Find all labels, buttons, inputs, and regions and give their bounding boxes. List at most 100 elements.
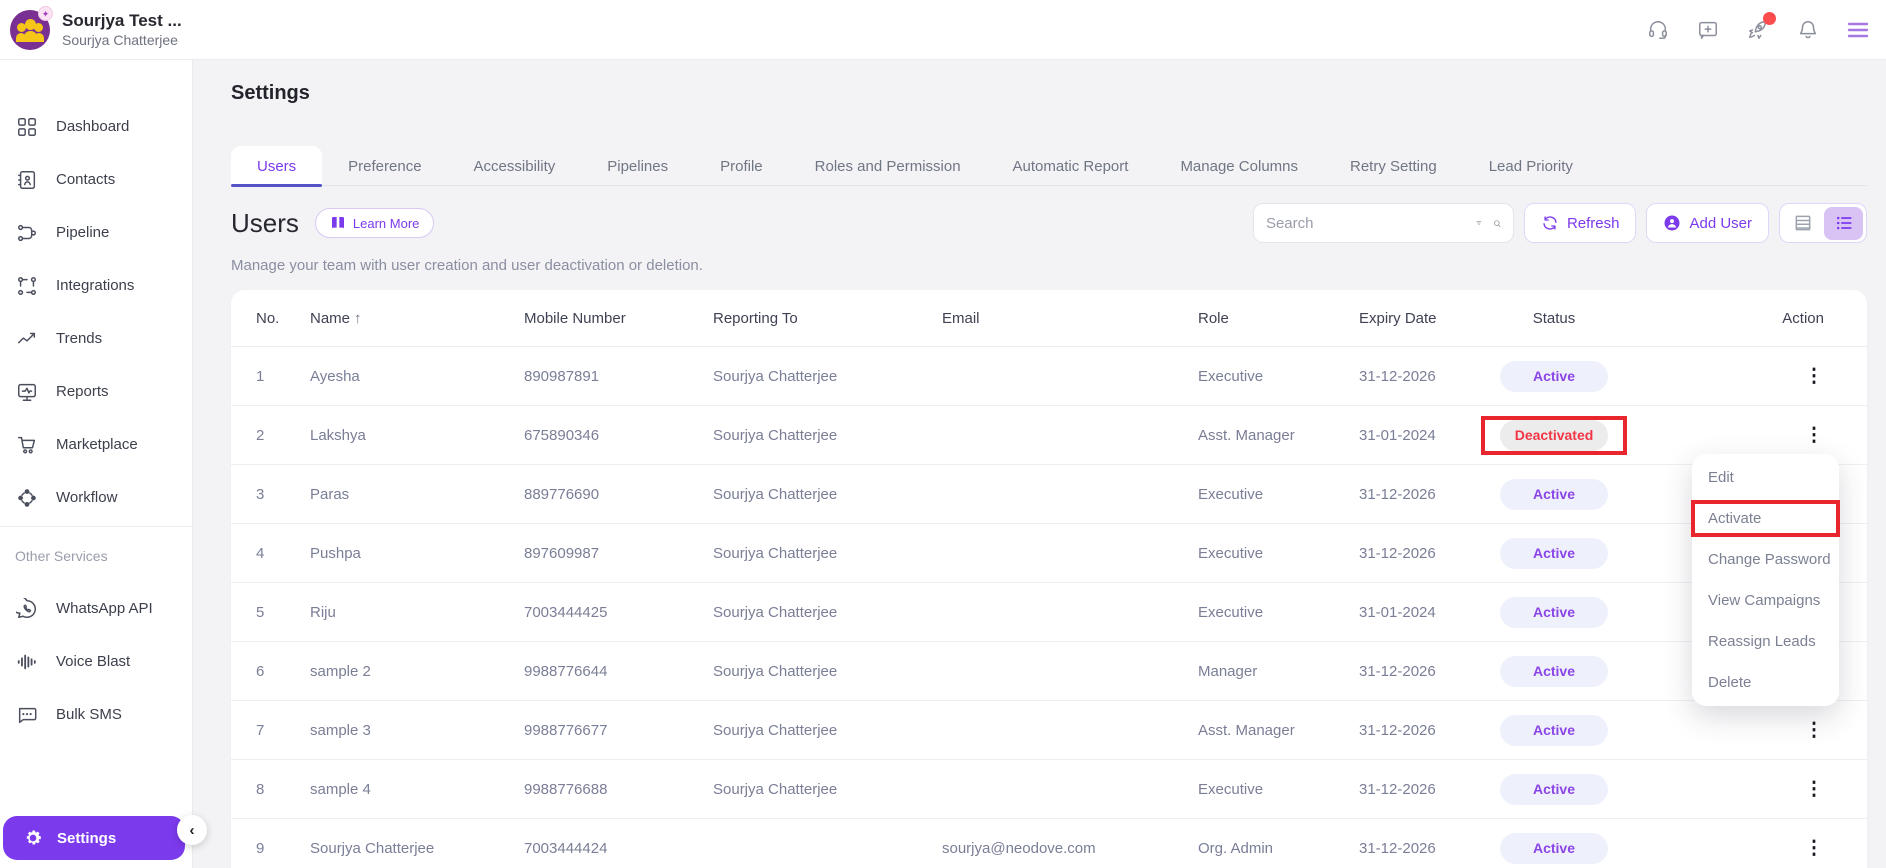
cell-role: Executive [1198,780,1264,798]
row-actions-button[interactable]: ⋮ [1804,367,1824,386]
pipeline-icon [15,221,39,245]
cell-mobile: 889776690 [524,485,600,503]
col-email: Email [942,309,980,327]
status-badge: Active [1500,714,1608,746]
sidebar-item-integrations[interactable]: Integrations [0,259,192,312]
cell-role: Org. Admin [1198,839,1274,857]
refresh-button[interactable]: Refresh [1523,203,1637,243]
cell-reporting-to: Sourjya Chatterjee [713,367,838,385]
sidebar-item-label: Contacts [56,171,116,188]
tab[interactable]: Users [231,146,323,187]
table-row[interactable]: 3 Paras 889776690 Sourjya Chatterjee Exe… [231,465,1867,524]
cell-expiry: 31-01-2024 [1359,603,1436,621]
feedback-icon[interactable] [1696,18,1720,42]
tab[interactable]: Accessibility [448,146,582,186]
status-badge: Active [1500,773,1608,805]
menu-icon[interactable] [1846,18,1870,42]
learn-more-button[interactable]: Learn More [314,208,435,238]
section-title: Users [231,207,299,238]
tab[interactable]: Profile [694,146,789,186]
sidebar-item-label: Reports [56,383,109,400]
support-headset-icon[interactable] [1646,18,1670,42]
cell-no: 5 [256,603,265,621]
table-view-button[interactable] [1783,207,1822,240]
row-actions-button[interactable]: ⋮ [1804,839,1824,858]
workspace-logo: ✦ [10,5,53,50]
sidebar-item-label: Workflow [56,489,118,506]
cell-reporting-to: Sourjya Chatterjee [713,426,838,444]
menu-item[interactable]: Reassign Leads [1692,621,1839,662]
tab[interactable]: Preference [322,146,447,186]
cell-no: 8 [256,780,265,798]
tab[interactable]: Automatic Report [987,146,1155,186]
cell-no: 7 [256,721,265,739]
list-view-button[interactable] [1824,206,1863,240]
sidebar-item-label: Dashboard [56,118,130,135]
tab[interactable]: Roles and Permission [789,146,987,186]
sidebar-item-marketplace[interactable]: Marketplace [0,418,192,471]
sidebar-item-whatsapp-api[interactable]: WhatsApp API [0,582,192,635]
bell-icon[interactable] [1796,18,1820,42]
row-actions-button[interactable]: ⋮ [1804,426,1824,445]
table-row[interactable]: 7 sample 3 9988776677 Sourjya Chatterjee… [231,701,1867,760]
sidebar-item-label: Trends [56,330,103,347]
menu-item[interactable]: View Campaigns [1692,580,1839,621]
add-user-button[interactable]: Add User [1646,203,1769,243]
sidebar-item-voice-blast[interactable]: Voice Blast [0,635,192,688]
row-actions-button[interactable]: ⋮ [1804,780,1824,799]
menu-item[interactable]: Edit [1692,457,1839,498]
sidebar-settings-button[interactable]: Settings [3,816,185,860]
section-subtitle: Manage your team with user creation and … [231,257,703,274]
table-row[interactable]: 2 Lakshya 675890346 Sourjya Chatterjee A… [231,406,1867,465]
table-row[interactable]: 4 Pushpa 897609987 Sourjya Chatterjee Ex… [231,524,1867,583]
contacts-icon [15,168,39,192]
tab[interactable]: Pipelines [581,146,694,186]
table-row[interactable]: 5 Riju 7003444425 Sourjya Chatterjee Exe… [231,583,1867,642]
table-row[interactable]: 9 Sourjya Chatterjee 7003444424 sourjya@… [231,819,1867,868]
cell-mobile: 890987891 [524,367,600,385]
cell-no: 3 [256,485,265,503]
tab[interactable]: Lead Priority [1463,146,1599,186]
sidebar-item-workflow[interactable]: Workflow [0,471,192,524]
sidebar-item-label: Pipeline [56,224,110,241]
logo-badge-icon: ✦ [38,5,53,21]
filter-icon[interactable] [1475,214,1483,232]
status-badge: Active [1500,478,1608,510]
search-icon[interactable] [1493,214,1501,233]
table-row[interactable]: 8 sample 4 9988776688 Sourjya Chatterjee… [231,760,1867,819]
sidebar-item-trends[interactable]: Trends [0,312,192,365]
sidebar-item-reports[interactable]: Reports [0,365,192,418]
tab[interactable]: Manage Columns [1154,146,1324,186]
main-content: Settings Users Preference Accessibility … [193,60,1886,868]
cell-name: sample 4 [310,780,371,798]
cell-expiry: 31-12-2026 [1359,485,1436,503]
cell-expiry: 31-12-2026 [1359,662,1436,680]
cell-expiry: 31-12-2026 [1359,780,1436,798]
sidebar-item-contacts[interactable]: Contacts [0,153,192,206]
users-table-body: 1 Ayesha 890987891 Sourjya Chatterjee Ex… [231,347,1867,868]
sidebar-collapse-button[interactable]: ‹ [177,815,207,845]
workspace-brand[interactable]: ✦ Sourjya Test ... Sourjya Chatterjee [10,5,182,50]
whats-new-rocket-icon[interactable] [1746,11,1776,42]
cell-name: sample 3 [310,721,371,739]
integrations-icon [15,274,39,298]
menu-item[interactable]: Activate [1691,498,1840,539]
menu-item[interactable]: Change Password [1692,539,1839,580]
sidebar-item-dashboard[interactable]: Dashboard [0,100,192,153]
search-input[interactable] [1265,214,1465,232]
col-name[interactable]: Name ↑ [310,310,524,327]
tab[interactable]: Retry Setting [1324,146,1463,186]
cell-mobile: 9988776644 [524,662,608,680]
gear-icon [26,830,41,845]
sidebar-item-bulk-sms[interactable]: Bulk SMS [0,688,192,741]
table-row[interactable]: 6 sample 2 9988776644 Sourjya Chatterjee… [231,642,1867,701]
status-badge: Active [1500,360,1608,392]
whatsapp-icon [15,597,39,621]
sidebar-item-pipeline[interactable]: Pipeline [0,206,192,259]
status-badge: Deactivated [1500,419,1608,451]
menu-item[interactable]: Delete [1692,662,1839,703]
row-actions-button[interactable]: ⋮ [1804,721,1824,740]
cell-name: Lakshya [310,426,366,444]
table-row[interactable]: 1 Ayesha 890987891 Sourjya Chatterjee Ex… [231,347,1867,406]
status-badge: Active [1500,596,1608,628]
